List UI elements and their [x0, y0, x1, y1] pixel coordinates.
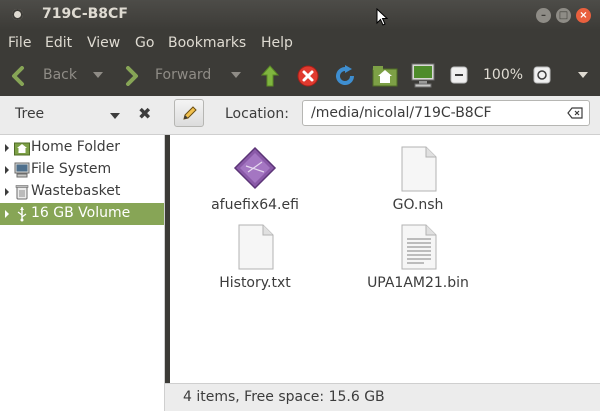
title-bar: 719C-B8CF – □ ×	[0, 0, 600, 30]
mouse-cursor-icon	[376, 7, 389, 30]
home-folder-icon	[14, 140, 30, 160]
menu-bar: File Edit View Go Bookmarks Help	[0, 30, 600, 56]
chevron-down-icon[interactable]	[110, 113, 120, 119]
stop-icon[interactable]	[296, 64, 320, 92]
blank-file-icon	[238, 224, 274, 270]
minimize-button[interactable]: –	[536, 8, 551, 23]
back-arrow-icon[interactable]	[10, 66, 26, 90]
menu-go[interactable]: Go	[135, 35, 154, 51]
expander-icon[interactable]	[5, 166, 9, 174]
file-name: GO.nsh	[392, 197, 444, 213]
up-arrow-icon[interactable]	[259, 64, 281, 92]
sidebar-item-16gb-volume[interactable]: 16 GB Volume	[0, 203, 164, 225]
toolbar: Back Forward 100%	[0, 56, 600, 96]
zoom-out-icon[interactable]	[450, 66, 468, 88]
menu-bookmarks[interactable]: Bookmarks	[168, 35, 246, 51]
zoom-level: 100%	[483, 67, 524, 83]
toggle-location-edit-button[interactable]	[174, 99, 204, 127]
forward-arrow-icon[interactable]	[124, 66, 140, 90]
sidebar-mode-select[interactable]: Tree	[15, 106, 44, 122]
location-label: Location:	[225, 106, 289, 122]
clear-location-icon[interactable]	[567, 107, 583, 123]
close-button[interactable]: ×	[576, 8, 591, 23]
forward-button[interactable]: Forward	[155, 67, 211, 83]
blank-file-icon	[401, 146, 437, 192]
expander-icon[interactable]	[5, 210, 9, 218]
back-history-dropdown[interactable]	[93, 72, 103, 78]
file-item[interactable]: afuefix64.efi	[170, 145, 340, 213]
efi-file-icon	[233, 146, 277, 190]
status-text: 4 items, Free space: 15.6 GB	[183, 389, 385, 405]
menu-file[interactable]: File	[8, 35, 31, 51]
location-bar: Tree ✖ Location: /media/nicolal/719C-B8C…	[0, 96, 600, 135]
forward-history-dropdown[interactable]	[231, 72, 241, 78]
file-name: UPA1AM21.bin	[367, 275, 469, 291]
expander-icon[interactable]	[5, 188, 9, 196]
reload-icon[interactable]	[333, 64, 357, 92]
app-menu-icon[interactable]	[12, 9, 23, 20]
maximize-button[interactable]: □	[556, 8, 571, 23]
wastebasket-icon	[14, 184, 30, 204]
home-icon[interactable]	[372, 63, 398, 91]
status-bar: 4 items, Free space: 15.6 GB	[165, 383, 600, 411]
text-file-icon	[401, 224, 437, 270]
location-value: /media/nicolal/719C-B8CF	[311, 105, 492, 121]
toolbar-overflow-dropdown[interactable]	[578, 72, 588, 78]
menu-view[interactable]: View	[87, 35, 120, 51]
expander-icon[interactable]	[5, 144, 9, 152]
sidebar-item-label: File System	[31, 161, 112, 177]
sidebar-item-label: Wastebasket	[31, 183, 121, 199]
back-button[interactable]: Back	[43, 67, 77, 83]
sidebar-item-label: Home Folder	[31, 139, 121, 155]
location-input[interactable]: /media/nicolal/719C-B8CF	[302, 100, 590, 126]
menu-edit[interactable]: Edit	[45, 35, 72, 51]
sidebar-item-wastebasket[interactable]: Wastebasket	[0, 181, 164, 203]
file-item[interactable]: GO.nsh	[333, 145, 503, 213]
menu-help[interactable]: Help	[261, 35, 293, 51]
usb-drive-icon	[14, 206, 30, 226]
close-sidebar-icon[interactable]: ✖	[138, 104, 151, 123]
sidebar-item-home-folder[interactable]: Home Folder	[0, 137, 164, 159]
sidebar-item-label: 16 GB Volume	[31, 205, 131, 221]
sidebar-tree: Home Folder File System Wastebasket 16 G…	[0, 135, 165, 411]
file-name: History.txt	[219, 275, 291, 291]
file-icon-view: afuefix64.efi GO.nsh History.txt UPA1AM2…	[170, 135, 600, 383]
window-title: 719C-B8CF	[42, 6, 128, 22]
sidebar-item-file-system[interactable]: File System	[0, 159, 164, 181]
file-item[interactable]: History.txt	[170, 223, 340, 291]
file-system-icon	[14, 162, 30, 182]
computer-icon[interactable]	[410, 62, 436, 92]
file-name: afuefix64.efi	[211, 197, 299, 213]
pencil-icon	[183, 106, 197, 120]
file-item[interactable]: UPA1AM21.bin	[333, 223, 503, 291]
zoom-in-icon[interactable]	[533, 66, 551, 88]
